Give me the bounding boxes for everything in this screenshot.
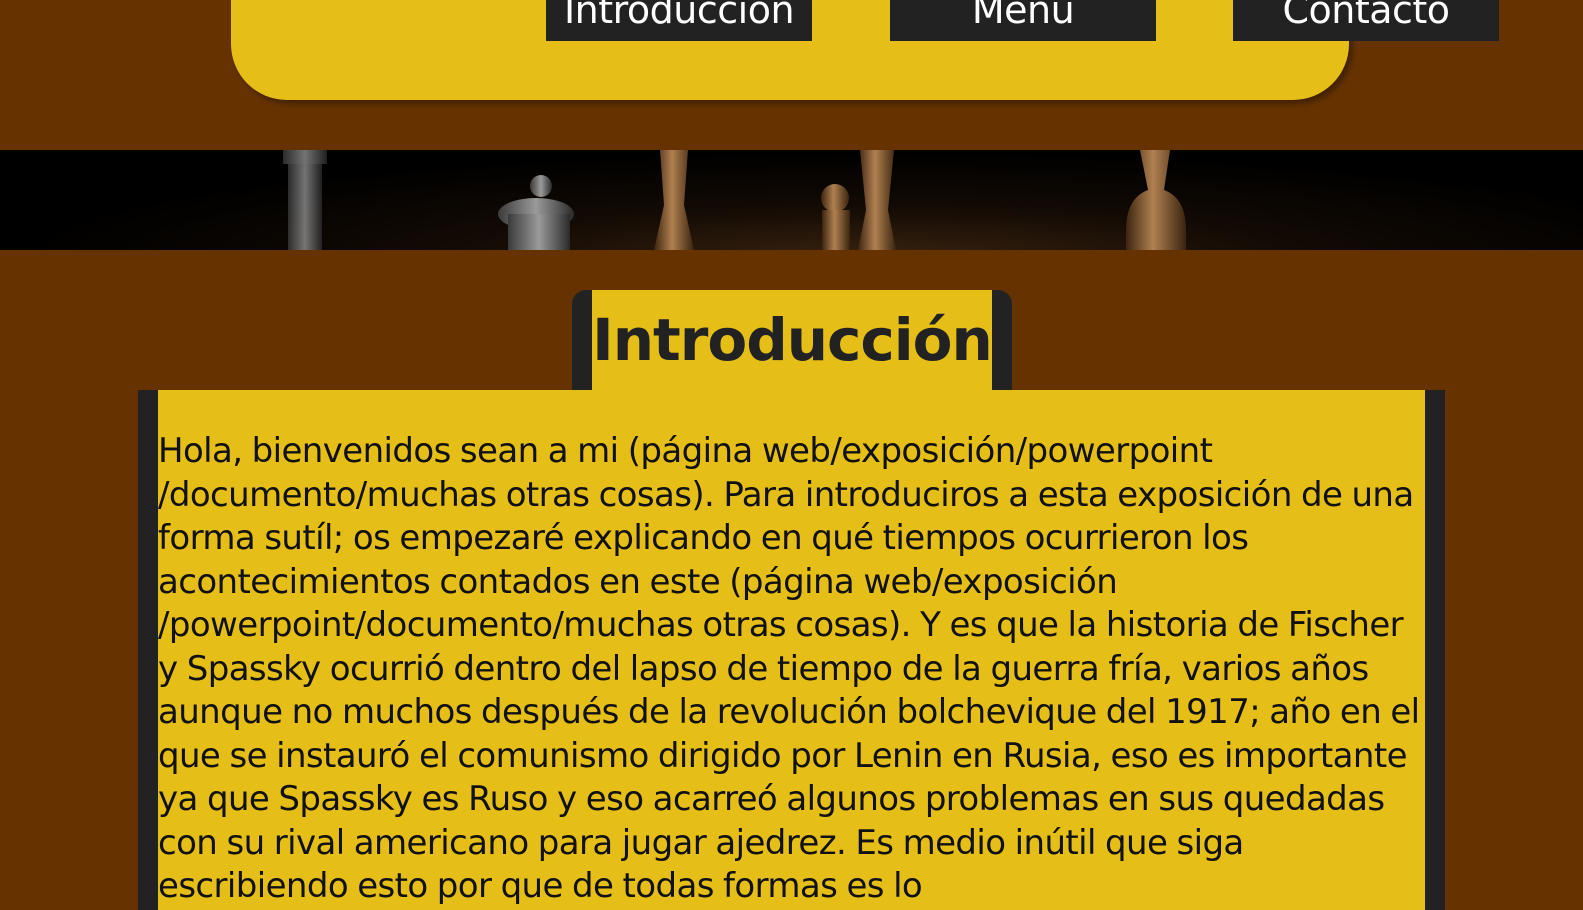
content-frame: Hola, bienvenidos sean a mi (página web/… <box>138 390 1445 910</box>
intro-paragraph: Hola, bienvenidos sean a mi (página web/… <box>158 431 1420 906</box>
section-title: Introducción <box>592 306 993 374</box>
nav-button-introduccion[interactable]: Introducción <box>546 0 812 41</box>
section-title-tab: Introducción <box>572 290 1012 390</box>
section-title-box: Introducción <box>592 290 993 390</box>
nav-button-menu[interactable]: Menú <box>890 0 1156 41</box>
content-box: Hola, bienvenidos sean a mi (página web/… <box>158 390 1425 910</box>
chess-pieces-icon <box>283 150 1186 250</box>
chess-banner-image <box>0 150 1583 250</box>
top-navigation-bar: Introducción Menú Contacto <box>231 0 1499 100</box>
rook-piece <box>283 150 327 250</box>
nav-button-contacto[interactable]: Contacto <box>1233 0 1499 41</box>
silver-piece <box>498 175 574 250</box>
